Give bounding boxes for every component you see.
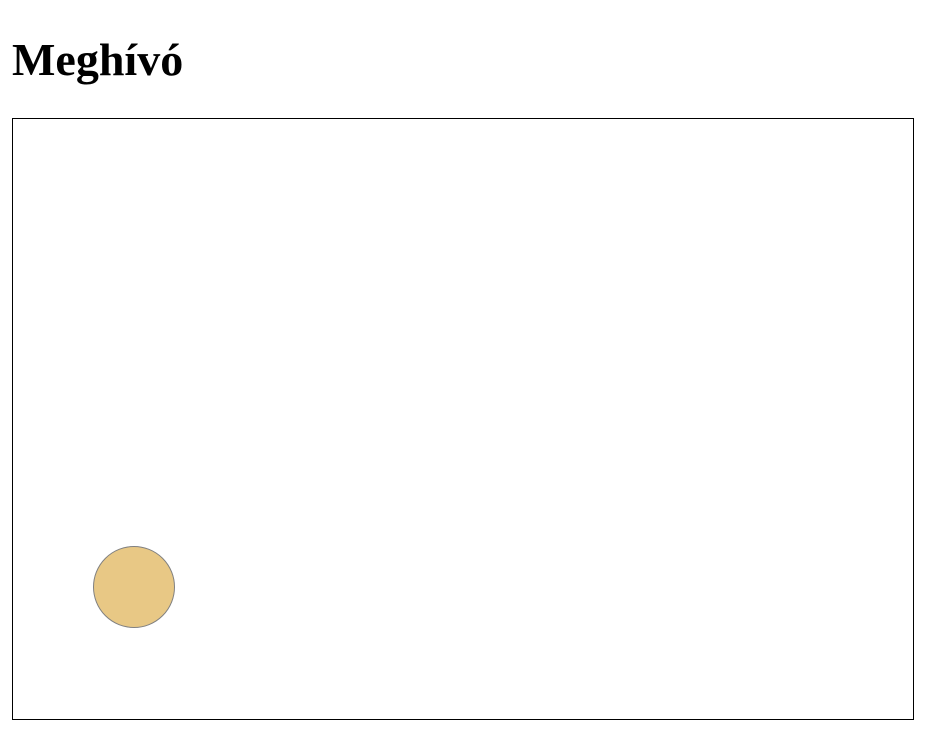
page-title: Meghívó — [12, 34, 184, 85]
ball-circle[interactable] — [93, 546, 175, 628]
drawing-canvas[interactable] — [12, 118, 914, 720]
